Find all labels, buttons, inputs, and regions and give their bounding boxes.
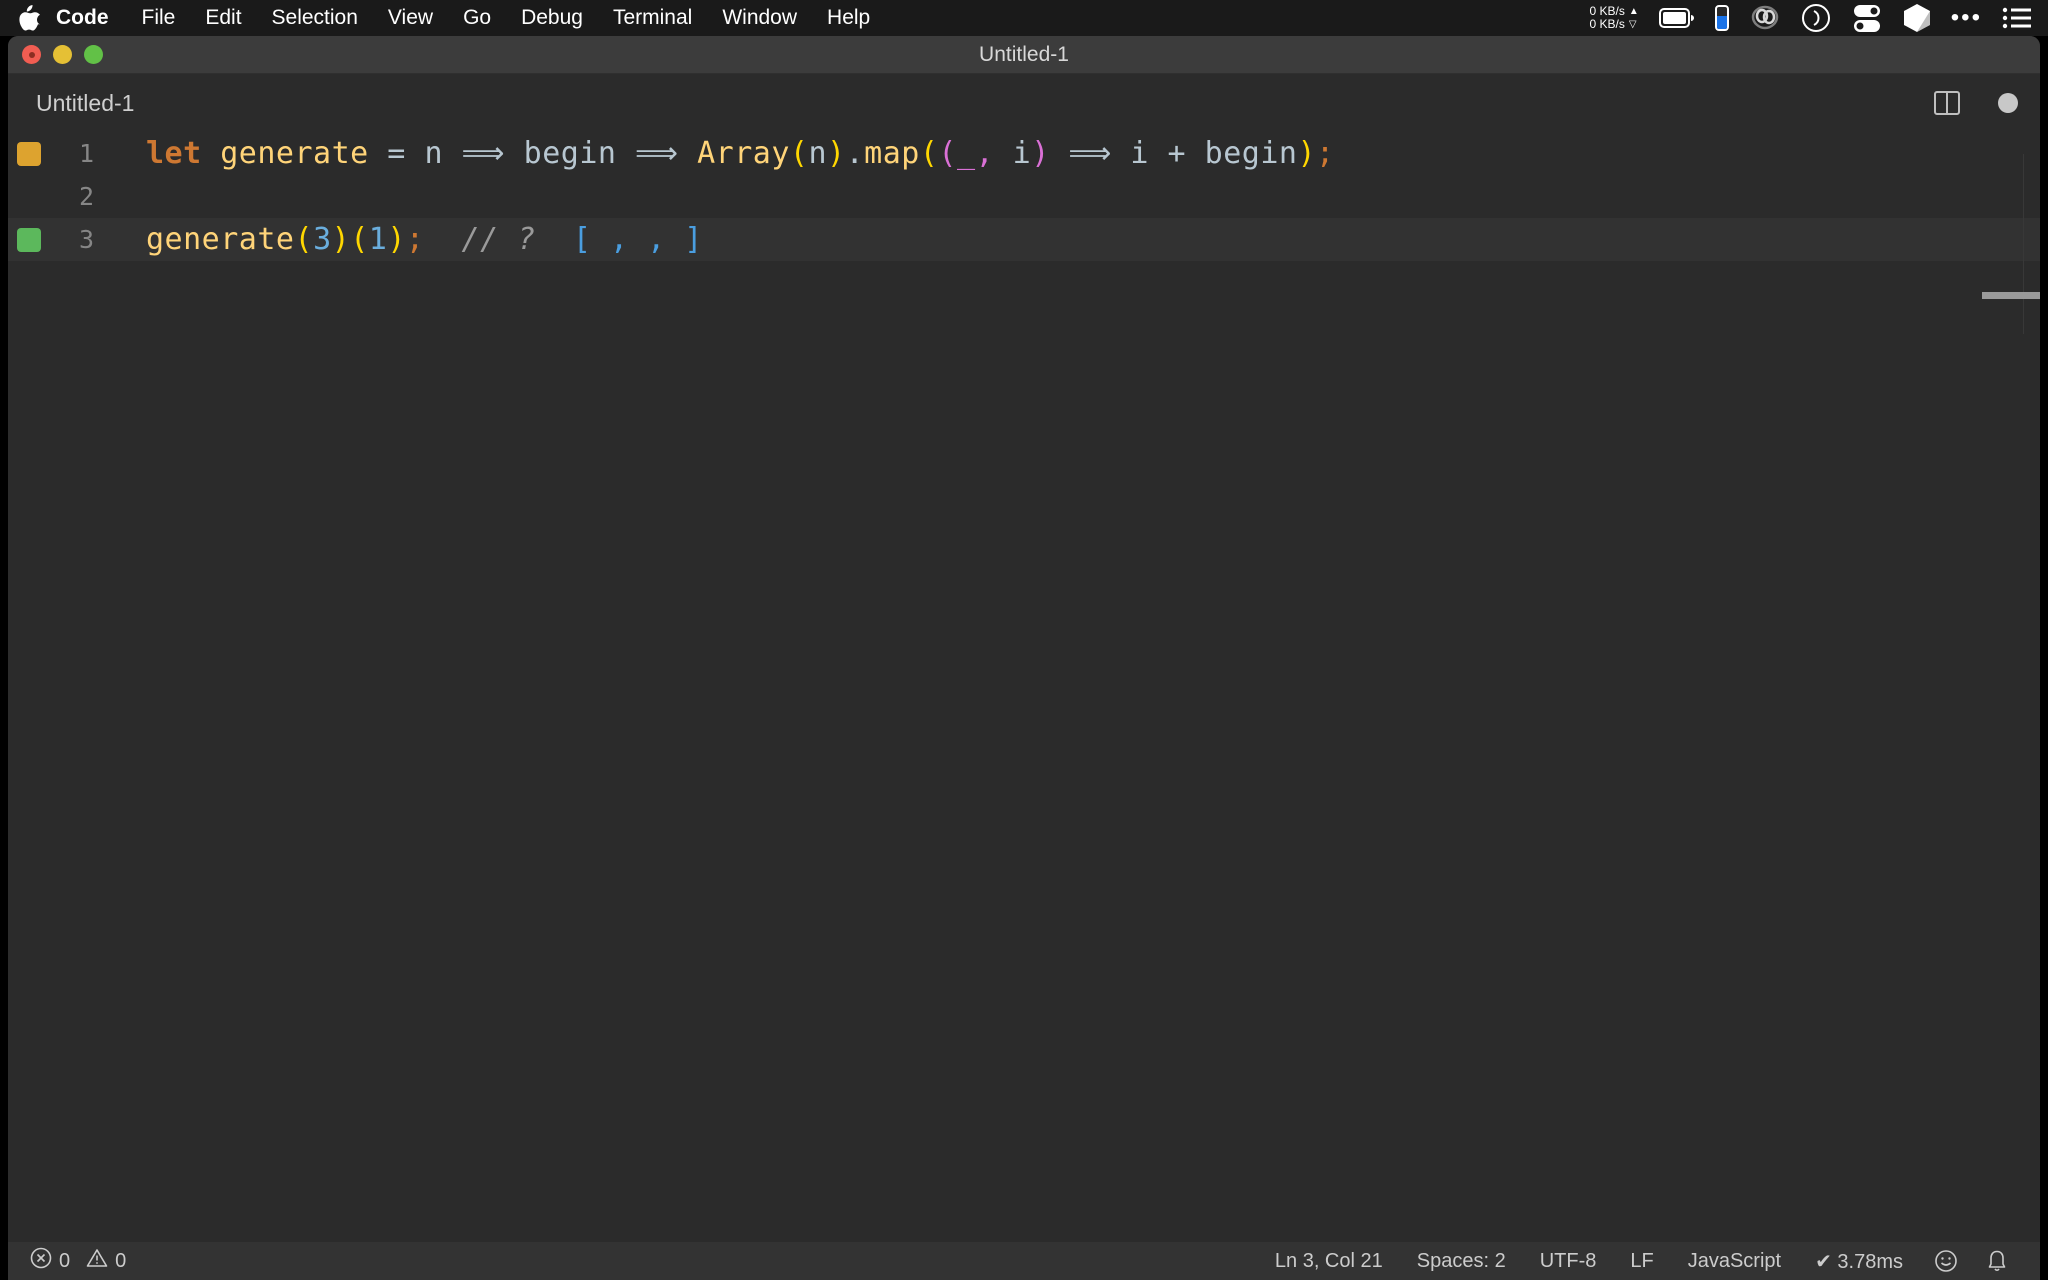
menu-item-edit[interactable]: Edit	[190, 0, 256, 36]
menu-item-file[interactable]: File	[127, 0, 191, 36]
cursor-position[interactable]: Ln 3, Col 21	[1258, 1250, 1400, 1273]
tab-untitled-1[interactable]: Untitled-1	[8, 74, 160, 132]
apple-logo-icon[interactable]	[0, 5, 44, 31]
run-indicator-orange-icon	[17, 141, 41, 166]
editor-tab-bar: Untitled-1	[8, 74, 2040, 132]
menu-item-view[interactable]: View	[373, 0, 448, 36]
status-bar-right: Ln 3, Col 21 Spaces: 2 UTF-8 LF JavaScri…	[1258, 1249, 2022, 1274]
line-number: 3	[78, 225, 94, 254]
menu-bar-status-icons: 0 KB/s 0 KB/s ▲ ▽ •••	[1582, 0, 2048, 36]
file-encoding[interactable]: UTF-8	[1523, 1250, 1614, 1273]
cloud-eye-icon[interactable]	[1749, 5, 1781, 31]
error-circle-icon	[30, 1247, 52, 1275]
code-line-2[interactable]: 2	[8, 175, 2040, 218]
code-content: generate(3)(1); // ? [ , , ]	[146, 222, 703, 257]
code-line-1[interactable]: 1 let generate = n ⟹ begin ⟹ Array(n).map…	[8, 132, 2040, 175]
smiley-icon[interactable]	[1920, 1249, 1972, 1273]
gutter-glyph-1[interactable]	[8, 141, 50, 166]
battery-level-icon[interactable]	[1714, 5, 1729, 31]
menu-item-debug[interactable]: Debug	[506, 0, 598, 36]
list-menu-icon[interactable]	[2002, 6, 2032, 30]
run-time-indicator[interactable]: ✔ 3.78ms	[1798, 1249, 1920, 1274]
line-number: 1	[78, 139, 94, 168]
horizontal-scrollbar[interactable]	[1982, 292, 2040, 299]
bell-icon[interactable]	[1972, 1249, 2022, 1273]
tab-bar-actions	[1934, 91, 2018, 115]
status-bar: 0 0 Ln 3, Col 21 Spaces: 2 UTF-8 LF Java…	[8, 1242, 2040, 1280]
warning-triangle-icon	[86, 1247, 108, 1275]
problems-indicator[interactable]: 0 0	[8, 1247, 135, 1275]
menu-item-help[interactable]: Help	[812, 0, 885, 36]
unsaved-indicator-icon[interactable]	[1998, 93, 2018, 113]
macos-menu-bar: Code File Edit Selection View Go Debug T…	[0, 0, 2048, 36]
split-editor-icon[interactable]	[1934, 91, 1960, 115]
menu-bar-items: Code File Edit Selection View Go Debug T…	[0, 0, 885, 36]
network-speed-indicator[interactable]: 0 KB/s 0 KB/s ▲ ▽	[1590, 5, 1639, 31]
code-editor[interactable]: 1 let generate = n ⟹ begin ⟹ Array(n).map…	[8, 132, 2040, 1242]
warning-count: 0	[115, 1249, 127, 1272]
upload-arrow-icon: ▲	[1628, 6, 1639, 17]
menu-item-go[interactable]: Go	[448, 0, 506, 36]
code-content: let generate = n ⟹ begin ⟹ Array(n).map(…	[146, 136, 1335, 171]
indentation-setting[interactable]: Spaces: 2	[1400, 1250, 1523, 1273]
battery-icon[interactable]	[1658, 8, 1695, 28]
editor-overview-ruler[interactable]	[2023, 154, 2036, 334]
ellipsis-icon[interactable]: •••	[1951, 6, 1982, 30]
window-title-bar: Untitled-1	[8, 36, 2040, 74]
window-title: Untitled-1	[979, 42, 1069, 66]
language-mode[interactable]: JavaScript	[1671, 1250, 1798, 1273]
menu-item-code[interactable]: Code	[44, 0, 127, 36]
clock-icon[interactable]	[1801, 3, 1831, 33]
line-number: 2	[78, 182, 94, 211]
menu-item-selection[interactable]: Selection	[257, 0, 373, 36]
editor-window: Untitled-1 Untitled-1 1 let generate = n …	[8, 36, 2040, 1280]
download-speed: 0 KB/s	[1589, 17, 1625, 31]
code-lines-container: 1 let generate = n ⟹ begin ⟹ Array(n).map…	[8, 132, 2040, 261]
download-arrow-icon: ▽	[1628, 19, 1637, 30]
code-line-3[interactable]: 3 generate(3)(1); // ? [ , , ]	[8, 218, 2040, 261]
gutter-glyph-3[interactable]	[8, 227, 50, 252]
menu-item-terminal[interactable]: Terminal	[598, 0, 707, 36]
run-indicator-green-icon	[17, 227, 41, 252]
error-count: 0	[59, 1249, 71, 1272]
menu-item-window[interactable]: Window	[707, 0, 812, 36]
line-ending[interactable]: LF	[1613, 1250, 1670, 1273]
toggles-icon[interactable]	[1851, 3, 1883, 33]
cube-icon[interactable]	[1903, 3, 1931, 33]
